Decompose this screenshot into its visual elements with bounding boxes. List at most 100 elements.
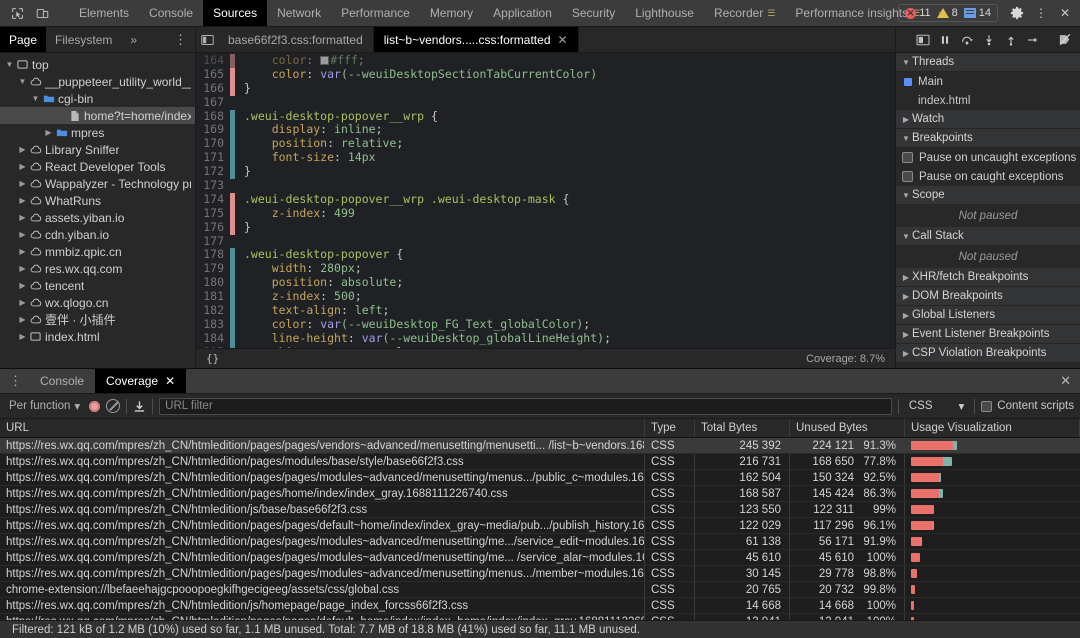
chevron-right-icon[interactable]: ▶	[43, 128, 54, 137]
issue-counters[interactable]: ✕ 11 8 14	[898, 4, 998, 22]
code-line[interactable]: 167	[196, 95, 895, 110]
pause-caught-exceptions-option[interactable]: Pause on caught exceptions	[896, 167, 1080, 186]
warning-counter[interactable]: 8	[936, 7, 958, 19]
code-line[interactable]: 168 .weui-desktop-popover__wrp {	[196, 109, 895, 124]
coverage-row[interactable]: https://res.wx.qq.com/mpres/zh_CN/htmled…	[0, 518, 1080, 534]
code-line[interactable]: 164 color: #fff;	[196, 53, 895, 68]
checkbox-icon[interactable]	[981, 400, 993, 412]
coverage-row[interactable]: https://res.wx.qq.com/mpres/zh_CN/htmled…	[0, 534, 1080, 550]
file-tree-node[interactable]: ▶ cdn.yiban.io	[0, 226, 195, 243]
coverage-type-select[interactable]: CSS ▾	[905, 397, 968, 415]
code-line[interactable]: 177	[196, 234, 895, 249]
line-number[interactable]: 166	[196, 81, 230, 96]
section-global-listeners[interactable]: ▶ Global Listeners	[896, 306, 1080, 325]
export-icon[interactable]	[133, 400, 146, 413]
step-into-icon[interactable]	[978, 29, 999, 50]
info-counter[interactable]: 14	[963, 7, 991, 19]
file-tree-node[interactable]: ▶ index.html	[0, 328, 195, 345]
column-header-type[interactable]: Type	[645, 419, 695, 437]
line-number[interactable]: 168	[196, 109, 230, 124]
chevron-down-icon[interactable]: ▼	[17, 77, 28, 86]
checkbox-icon[interactable]	[902, 152, 913, 163]
section-csp-violation-breakpoints[interactable]: ▶ CSP Violation Breakpoints	[896, 344, 1080, 363]
section-watch[interactable]: ▶ Watch	[896, 110, 1080, 129]
code-line[interactable]: 171 font-size: 14px	[196, 150, 895, 166]
line-number[interactable]: 171	[196, 150, 230, 166]
file-tree-node[interactable]: ▶ mpres	[0, 124, 195, 141]
coverage-row[interactable]: https://res.wx.qq.com/mpres/zh_CN/htmled…	[0, 566, 1080, 582]
file-tree-node[interactable]: ▶ assets.yiban.io	[0, 209, 195, 226]
column-header-total-bytes[interactable]: Total Bytes	[695, 419, 790, 437]
section-breakpoints[interactable]: ▼ Breakpoints	[896, 129, 1080, 148]
code-line[interactable]: 178 .weui-desktop-popover {	[196, 248, 895, 263]
chevron-right-icon[interactable]: ▶	[17, 298, 28, 307]
file-tree-node[interactable]: ▼ top	[0, 56, 195, 73]
section-dom-breakpoints[interactable]: ▶ DOM Breakpoints	[896, 287, 1080, 306]
coverage-row[interactable]: https://res.wx.qq.com/mpres/zh_CN/htmled…	[0, 438, 1080, 454]
debugger-sidebar[interactable]: ▼ Threads Main index.html ▶ Watch ▼ Breakpo…	[895, 53, 1080, 368]
tab-sources[interactable]: Sources	[203, 0, 268, 26]
close-devtools-icon[interactable]: ✕	[1054, 3, 1076, 23]
line-number[interactable]: 180	[196, 275, 230, 291]
step-over-icon[interactable]	[956, 29, 977, 50]
tab-elements[interactable]: Elements	[69, 0, 139, 26]
code-line[interactable]: 181 z-index: 500;	[196, 289, 895, 305]
record-button[interactable]	[89, 400, 101, 412]
navigator-file-tree[interactable]: ▼ top ▼ __puppeteer_utility_world__ ▼ cgi-bin…	[0, 53, 196, 368]
chevron-down-icon[interactable]: ▼	[30, 94, 41, 103]
chevron-right-icon[interactable]: ▶	[17, 230, 28, 239]
file-tree-node[interactable]: ▶home?t=home/index&lang=zh_CN	[0, 107, 195, 124]
coverage-table-body[interactable]: https://res.wx.qq.com/mpres/zh_CN/htmled…	[0, 438, 1080, 620]
chevron-right-icon[interactable]: ▶	[17, 179, 28, 188]
chevron-right-icon[interactable]: ▶	[17, 315, 28, 324]
url-filter-input[interactable]	[159, 397, 892, 415]
coverage-row[interactable]: https://res.wx.qq.com/mpres/zh_CN/htmled…	[0, 598, 1080, 614]
thread-index-html[interactable]: index.html	[896, 91, 1080, 110]
section-xhr-fetch-breakpoints[interactable]: ▶ XHR/fetch Breakpoints	[896, 268, 1080, 287]
section-threads[interactable]: ▼ Threads	[896, 53, 1080, 72]
section-scope[interactable]: ▼ Scope	[896, 186, 1080, 205]
line-number[interactable]: 179	[196, 261, 230, 277]
coverage-row[interactable]: https://res.wx.qq.com/mpres/zh_CN/htmled…	[0, 486, 1080, 502]
clear-all-icon[interactable]	[106, 399, 121, 413]
file-tree-node[interactable]: ▶ mmbiz.qpic.cn	[0, 243, 195, 260]
line-number[interactable]: 182	[196, 303, 230, 318]
coverage-row[interactable]: https://res.wx.qq.com/mpres/zh_CN/htmled…	[0, 550, 1080, 566]
coverage-row[interactable]: https://res.wx.qq.com/mpres/zh_CN/htmled…	[0, 454, 1080, 470]
code-line[interactable]: 169 display: inline;	[196, 123, 895, 138]
section-call-stack[interactable]: ▼ Call Stack	[896, 227, 1080, 246]
checkbox-icon[interactable]	[902, 171, 913, 182]
line-number[interactable]: 174	[196, 192, 230, 207]
inspect-element-icon[interactable]	[6, 3, 28, 23]
file-tree-node[interactable]: ▶ Wappalyzer - Technology profiler	[0, 175, 195, 192]
code-line[interactable]: 175 z-index: 499	[196, 206, 895, 221]
line-number[interactable]: 170	[196, 136, 230, 152]
code-line[interactable]: 176}	[196, 220, 895, 235]
gear-icon[interactable]	[1006, 3, 1028, 23]
error-counter[interactable]: ✕ 11	[905, 7, 931, 19]
drawer-tab-coverage[interactable]: Coverage ✕	[95, 369, 187, 393]
code-view[interactable]: 164 color: #fff; 165 color: var(--weuiDes…	[196, 53, 895, 348]
coverage-granularity-select[interactable]: Per function ▾	[6, 397, 83, 415]
content-scripts-checkbox[interactable]: Content scripts	[981, 400, 1074, 412]
column-header-usage-visualization[interactable]: Usage Visualization	[905, 419, 1080, 437]
line-number[interactable]: 176	[196, 220, 230, 235]
chevron-right-icon[interactable]: ▶	[17, 264, 28, 273]
chevron-right-icon[interactable]: ▶	[17, 145, 28, 154]
file-tree-node[interactable]: ▶ Library Sniffer	[0, 141, 195, 158]
line-number[interactable]: 164	[196, 53, 230, 68]
device-toolbar-icon[interactable]	[31, 3, 53, 23]
column-header-unused-bytes[interactable]: Unused Bytes	[790, 419, 905, 437]
file-tree-node[interactable]: ▼ __puppeteer_utility_world__	[0, 73, 195, 90]
code-line[interactable]: 170 position: relative;	[196, 136, 895, 152]
code-line[interactable]: 165 color: var(--weuiDesktopSectionTabCu…	[196, 67, 895, 82]
coverage-row[interactable]: chrome-extension://lbefaeehajgcpooopoegk…	[0, 582, 1080, 598]
tab-security[interactable]: Security	[562, 0, 625, 26]
coverage-row[interactable]: https://res.wx.qq.com/mpres/zh_CN/htmled…	[0, 502, 1080, 518]
file-tree-node[interactable]: ▶ WhatRuns	[0, 192, 195, 209]
step-out-icon[interactable]	[1000, 29, 1021, 50]
drawer-tab-console[interactable]: Console	[29, 369, 95, 393]
code-line[interactable]: 180 position: absolute;	[196, 275, 895, 291]
code-line[interactable]: 172}	[196, 164, 895, 180]
line-number[interactable]: 178	[196, 248, 230, 263]
